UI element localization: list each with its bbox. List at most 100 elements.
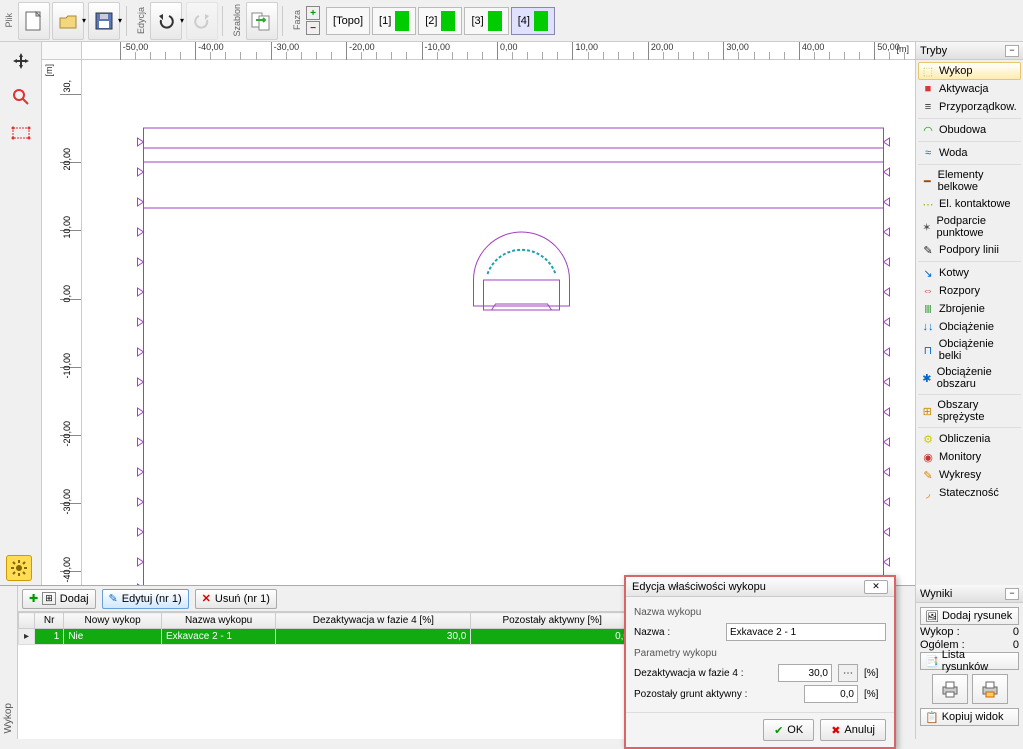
template-button[interactable] — [246, 2, 278, 40]
remaining-unit: [%] — [864, 689, 886, 700]
modes-panel-header: Tryby − — [916, 42, 1023, 60]
mode-icon: ◉ — [921, 450, 935, 464]
template-group-label: Szablon — [232, 4, 242, 37]
cancel-button[interactable]: ✖Anuluj — [820, 719, 886, 741]
mode-item-zbrojenie[interactable]: ⅢZbrojenie — [918, 300, 1021, 318]
mode-item-monitory[interactable]: ◉ Monitory — [918, 448, 1021, 466]
column-header[interactable]: Nr — [35, 613, 64, 629]
mode-label: Wykresy — [939, 469, 981, 481]
group-name-label: Nazwa wykopu — [634, 603, 886, 620]
remaining-label: Pozostały grunt aktywny : — [634, 689, 798, 700]
phase-add-remove[interactable]: +− — [306, 6, 320, 35]
delete-row-button[interactable]: ✕Usuń (nr 1) — [195, 589, 277, 609]
phase-button-3[interactable]: [3] — [464, 7, 508, 35]
mode-icon: ✶ — [921, 220, 932, 234]
edit-row-button[interactable]: ✎Edytuj (nr 1) — [102, 589, 189, 609]
zoom-tool[interactable] — [6, 82, 36, 112]
add-drawing-button[interactable]: 🖼Dodaj rysunek — [920, 607, 1019, 625]
open-file-button[interactable]: ▾ — [52, 2, 86, 40]
mode-item-wykresy[interactable]: ✎ Wykresy — [918, 466, 1021, 484]
mode-icon: ✎ — [921, 243, 935, 257]
phase-button-1[interactable]: [1] — [372, 7, 416, 35]
dialog-titlebar[interactable]: Edycja właściwości wykopu ✕ — [626, 577, 894, 597]
drawings-list-button[interactable]: 📑Lista rysunków — [920, 652, 1019, 670]
mode-label: Woda — [939, 147, 968, 159]
table-area: ✚⊞Dodaj ✎Edytuj (nr 1) ✕Usuń (nr 1) NrNo… — [18, 586, 635, 739]
copy-view-button[interactable]: 📋Kopiuj widok — [920, 708, 1019, 726]
ruler-horizontal: [m]-50,00-40,00-30,00-20,00-10,000,0010,… — [82, 42, 915, 60]
add-row-button[interactable]: ✚⊞Dodaj — [22, 589, 96, 609]
canvas-area[interactable]: [m]-50,00-40,00-30,00-20,00-10,000,0010,… — [42, 42, 915, 585]
phase-button-2[interactable]: [2] — [418, 7, 462, 35]
ruler-h-tick: 0,00 — [497, 42, 518, 60]
ruler-v-tick: -20,00 — [62, 421, 72, 447]
column-header[interactable]: Nazwa wykopu — [161, 613, 275, 629]
mode-label: Monitory — [939, 451, 981, 463]
undo-button[interactable]: ▾ — [150, 2, 184, 40]
mode-item-podpory-linii[interactable]: ✎Podpory linii — [918, 241, 1021, 259]
mode-item-obci-enie-belki[interactable]: ⊓Obciążenie belki — [918, 336, 1021, 364]
mode-icon: ⇔ — [921, 284, 935, 298]
results-header: Wyniki − — [916, 585, 1023, 603]
deactivation-unit: [%] — [864, 668, 886, 679]
mode-item-elementy-belkowe[interactable]: ━Elementy belkowe — [918, 167, 1021, 195]
mode-label: Przyporządkow. — [939, 101, 1017, 113]
table-toolbar: ✚⊞Dodaj ✎Edytuj (nr 1) ✕Usuń (nr 1) — [18, 586, 634, 612]
mode-item-wykop[interactable]: ⬚Wykop — [918, 62, 1021, 80]
name-input[interactable] — [726, 623, 886, 641]
mode-item-stateczno-[interactable]: ◞Stateczność — [918, 484, 1021, 502]
column-header[interactable]: Nowy wykop — [64, 613, 162, 629]
mode-item-obszary-spr-yste[interactable]: ⊞Obszary sprężyste — [918, 397, 1021, 425]
mode-item-obci-enie[interactable]: ↓↓Obciążenie — [918, 318, 1021, 336]
pan-tool[interactable] — [6, 46, 36, 76]
mode-item-obudowa[interactable]: ◠ Obudowa — [918, 121, 1021, 139]
column-header[interactable]: Pozostały aktywny [%] — [471, 613, 634, 629]
bottom-side-label: Wykop — [0, 586, 18, 739]
mode-icon: ↘ — [921, 266, 935, 280]
close-icon[interactable]: ✕ — [864, 580, 888, 594]
deactivation-more-button[interactable]: ⋯ — [838, 664, 858, 682]
deactivation-input[interactable] — [778, 664, 832, 682]
minimize-icon[interactable]: − — [1005, 45, 1019, 57]
mode-item-przyporz-dkow-[interactable]: ≡Przyporządkow. — [918, 98, 1021, 116]
remaining-input[interactable] — [804, 685, 858, 703]
fit-view-tool[interactable] — [6, 118, 36, 148]
file-group-label: Plik — [4, 13, 14, 28]
data-grid[interactable]: NrNowy wykopNazwa wykopuDezaktywacja w f… — [18, 612, 634, 739]
mode-item-podparcie-punktowe[interactable]: ✶Podparcie punktowe — [918, 213, 1021, 241]
mode-item-woda[interactable]: ≈Woda — [918, 144, 1021, 162]
print-button[interactable] — [932, 674, 968, 704]
new-file-button[interactable] — [18, 2, 50, 40]
mode-label: Obciążenie belki — [939, 338, 1018, 362]
ruler-vertical: 30,20,0010,000,00-10,00-20,00-30,00-40,0… — [60, 60, 82, 585]
print-color-button[interactable] — [972, 674, 1008, 704]
mode-label: El. kontaktowe — [939, 198, 1011, 210]
mode-item-kotwy[interactable]: ↘Kotwy — [918, 264, 1021, 282]
mode-icon: ✎ — [921, 468, 935, 482]
minimize-icon[interactable]: − — [1005, 588, 1019, 600]
name-label: Nazwa : — [634, 627, 720, 638]
mode-item-obci-enie-obszaru[interactable]: ✱Obciążenie obszaru — [918, 364, 1021, 392]
redo-button[interactable] — [186, 2, 218, 40]
mode-item-obliczenia[interactable]: ⚙Obliczenia — [918, 430, 1021, 448]
phase-button-4[interactable]: [4] — [511, 7, 555, 35]
ruler-v-tick: -40,00 — [62, 557, 72, 583]
mode-icon: ⊞ — [921, 404, 933, 418]
mode-label: Obudowa — [939, 124, 986, 136]
mode-item-el-kontaktowe[interactable]: ⋯El. kontaktowe — [918, 195, 1021, 213]
settings-button[interactable] — [6, 555, 32, 581]
ok-button[interactable]: ✔OK — [763, 719, 814, 741]
mode-item-aktywacja[interactable]: ■Aktywacja — [918, 80, 1021, 98]
ruler-h-tick: 20,00 — [648, 42, 674, 60]
mode-icon: Ⅲ — [921, 302, 935, 316]
column-header[interactable]: Dezaktywacja w fazie 4 [%] — [276, 613, 471, 629]
phase-button-0[interactable]: [Topo] — [326, 7, 370, 35]
top-toolbar: Plik ▾ ▾ Edycja ▾ Szablon Faza +− [Topo]… — [0, 0, 1023, 42]
mode-label: Wykop — [939, 65, 973, 77]
table-row[interactable]: ▸1NieExkavace 2 - 130,00,0 — [19, 629, 634, 645]
mode-icon: ⚙ — [921, 432, 935, 446]
save-file-button[interactable]: ▾ — [88, 2, 122, 40]
mode-icon: ◠ — [921, 123, 935, 137]
phase-group-label: Faza — [292, 10, 302, 30]
mode-item-rozpory[interactable]: ⇔Rozpory — [918, 282, 1021, 300]
